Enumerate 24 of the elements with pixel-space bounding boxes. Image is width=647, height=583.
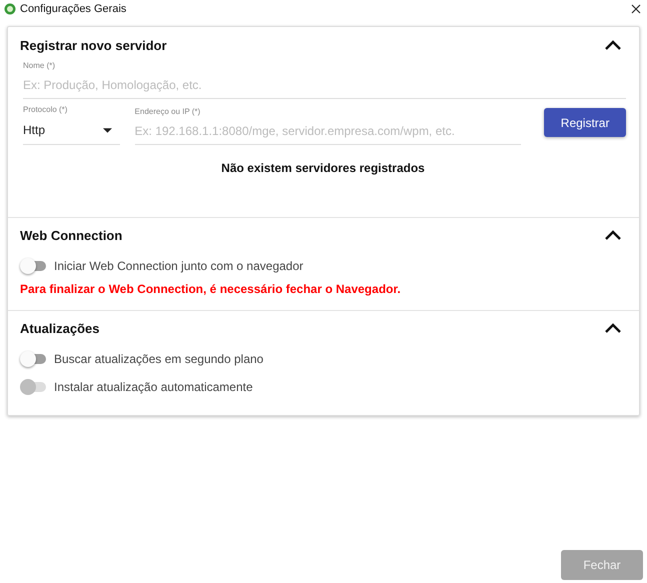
field-label: Protocolo (*) bbox=[23, 105, 68, 114]
caret-icon bbox=[102, 128, 112, 132]
section-title: Web Connection bbox=[20, 228, 122, 242]
section-title: Registrar novo servidor bbox=[20, 38, 167, 52]
toggle-label: Iniciar Web Connection junto com o navegador bbox=[54, 259, 304, 273]
toggle-switch[interactable] bbox=[20, 258, 46, 274]
protocol-dropdown[interactable]: Http bbox=[23, 114, 120, 145]
field-label: Endereço ou IP (*) bbox=[134, 107, 202, 116]
empty-message: Não existem servidores registrados bbox=[220, 161, 426, 175]
name-field[interactable]: Ex: Produção, Homologação, etc. bbox=[23, 70, 626, 99]
warning-text: Para finalizar o Web Connection, é necessário fechar o Navegador. bbox=[20, 282, 402, 296]
close-icon[interactable] bbox=[631, 4, 641, 14]
collapse-icon[interactable] bbox=[604, 322, 622, 334]
collapse-icon[interactable] bbox=[604, 229, 622, 241]
app-logo-icon bbox=[4, 3, 16, 15]
toggle-label: Buscar atualizações em segundo plano bbox=[54, 352, 264, 366]
register-button[interactable]: Registrar bbox=[544, 108, 626, 137]
window-title: Configurações Gerais bbox=[20, 3, 128, 15]
field-label: Nome (*) bbox=[23, 61, 56, 70]
address-field[interactable]: Ex: 192.168.1.1:8080/mge, servidor.empresa.com/wpm, etc. bbox=[134, 116, 522, 145]
collapse-icon[interactable] bbox=[604, 39, 622, 51]
section-title: Atualizações bbox=[20, 320, 100, 336]
toggle-label: Instalar atualização automaticamente bbox=[54, 380, 253, 394]
toggle-switch[interactable] bbox=[20, 351, 46, 367]
